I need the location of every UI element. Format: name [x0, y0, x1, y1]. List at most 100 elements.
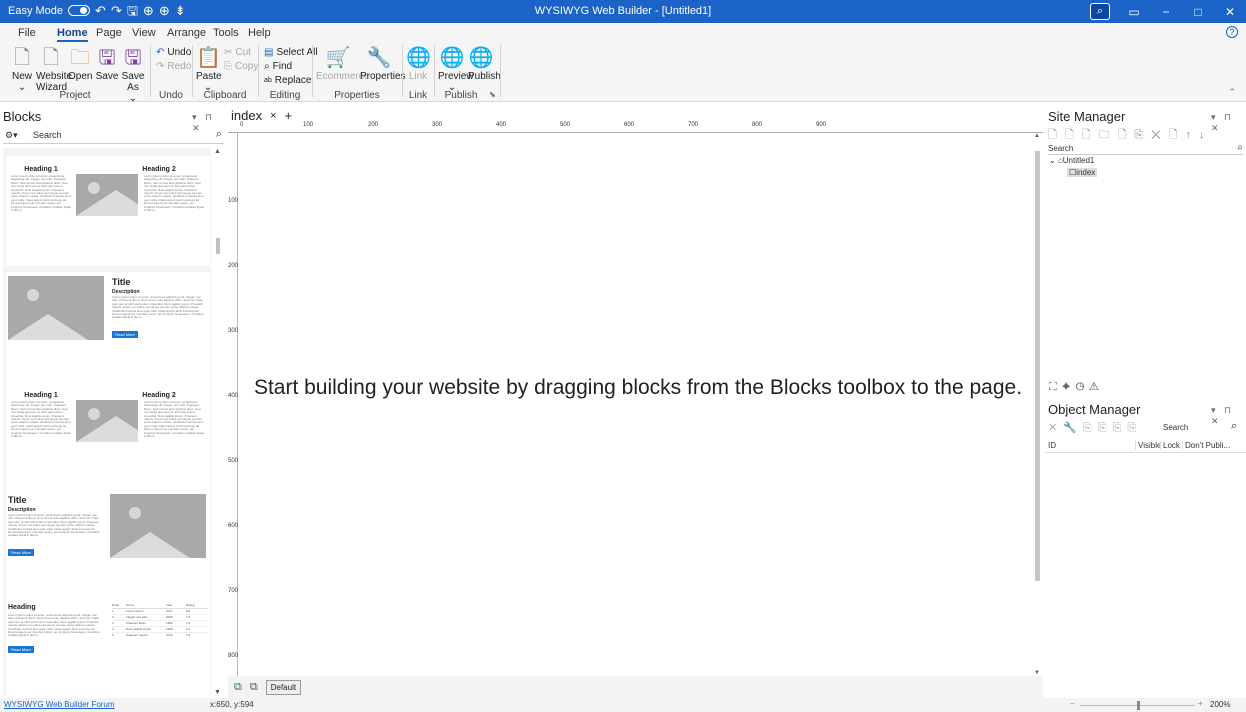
object-search-input[interactable]: Search [1163, 423, 1188, 432]
blocks-search-bar[interactable]: ⚙▾ Search ⌕ [3, 128, 224, 144]
ecommerce-button[interactable]: 🛒 Ecommerce [316, 47, 369, 82]
block-title: Title [8, 495, 27, 505]
copy-button[interactable]: ⎘ Copy [224, 61, 258, 72]
replace-button[interactable]: ab Replace [264, 75, 312, 86]
scissors-icon: ✂ [224, 47, 233, 58]
vertical-ruler: 100 200 300 400 500 600 700 800 [228, 133, 238, 676]
zoom-out-icon[interactable]: − [1070, 699, 1075, 708]
help-icon[interactable]: ? [1226, 26, 1238, 38]
add-breakpoint-icon[interactable]: ⧉ [234, 681, 242, 694]
publish-button[interactable]: 🌐 Publish [468, 47, 501, 82]
new-document-icon: 🗋 [13, 47, 31, 69]
block-two-columns[interactable]: Heading 1 Lorem ipsum dolor sit amet, co… [6, 156, 210, 266]
save-button[interactable]: 🖫 Save [95, 47, 119, 82]
site-search-input[interactable]: Search ⌕ [1048, 142, 1243, 155]
block-table: Rank Name Year Rating 1 Lorem ipsum 2017 8.8 2… [112, 603, 208, 638]
tree-root[interactable]: ⌄ ⌂Untitled1 [1049, 156, 1094, 165]
scroll-down-icon[interactable]: ▼ [214, 689, 221, 696]
tab-view[interactable]: View [132, 27, 156, 39]
block-description: Description [8, 507, 36, 513]
minimize-button[interactable]: − [1150, 5, 1182, 19]
folder-icon: 🗀 [70, 47, 90, 69]
breakpoint-settings-icon[interactable]: ⧉ [250, 681, 258, 694]
panel-controls[interactable]: ▾ ⊓ ✕ [1211, 112, 1246, 134]
redo-button[interactable]: ↷ Redo [156, 61, 191, 72]
tab-tools[interactable]: Tools [213, 27, 239, 39]
undo-icon: ↶ [156, 47, 165, 58]
undo-group-label: Undo [159, 90, 183, 101]
close-tab-icon[interactable]: × [270, 110, 276, 122]
scroll-up-icon[interactable]: ▲ [1034, 133, 1040, 139]
block-text-image[interactable]: Title Description Lorem ipsum dolor sit … [6, 490, 210, 600]
blocks-search-input[interactable]: Search [33, 130, 62, 140]
add-tab-icon[interactable]: + [285, 108, 293, 123]
zoom-in-icon[interactable]: + [1198, 699, 1203, 708]
tab-help[interactable]: Help [248, 27, 271, 39]
horizontal-ruler: 0 100 200 300 400 500 600 700 800 900 [228, 122, 1043, 133]
block-heading: Heading [8, 604, 36, 611]
new-button[interactable]: 🗋 New ⌄ [10, 47, 34, 93]
window-title: WYSIWYG Web Builder - [Untitled1] [534, 5, 712, 17]
site-manager-toolbar[interactable]: 🗋🗋🗋🗀🗋⎘✕🗋↑↓ [1048, 126, 1213, 145]
search-icon[interactable]: ⌕ [1237, 142, 1243, 153]
status-bar: WYSIWYG Web Builder Forum x:650, y:594 −… [0, 698, 1246, 712]
link-group-label: Link [408, 90, 428, 101]
search-icon[interactable]: ⌕ [1231, 420, 1237, 433]
blocks-scrollbar[interactable]: ▲ ▼ [213, 148, 223, 696]
block-text-table[interactable]: Heading Lorem ipsum dolor sit amet, cons… [6, 600, 210, 696]
collapse-ribbon-icon[interactable]: ⌃ [1228, 87, 1236, 98]
breakpoint-default-button[interactable]: Default [265, 679, 302, 695]
globe-link-icon: 🌐 [406, 47, 431, 69]
block-image-text[interactable]: Title Description Lorem ipsum dolor sit … [6, 272, 210, 382]
page-canvas[interactable]: Start building your website by dragging … [239, 133, 1037, 676]
maximize-button[interactable]: □ [1182, 5, 1214, 19]
cursor-coordinates: x:650, y:594 [210, 700, 254, 709]
publish-globe-icon: 🌐 [468, 47, 494, 69]
ribbon-display-icon[interactable]: ▭ [1118, 5, 1150, 19]
search-icon[interactable]: ⌕ [1090, 3, 1110, 20]
tab-home[interactable]: Home [57, 27, 88, 42]
editing-group-label: Editing [269, 90, 301, 101]
find-icon: ⌕ [264, 61, 270, 72]
website-wizard-button[interactable]: 🗋 Website Wizard [36, 47, 72, 93]
save-icon: 🖫 [98, 47, 116, 69]
cut-button[interactable]: ✂ Cut [224, 47, 251, 58]
settings-icon[interactable]: ⚙▾ [5, 130, 18, 141]
block-text: Lorem ipsum dolor sit amet, consectetur … [144, 175, 204, 213]
paste-button[interactable]: 📋 Paste ⌄ [196, 47, 222, 93]
block-two-columns-alt[interactable]: Heading 1 Lorem ipsum dolor sit amet, co… [6, 382, 210, 492]
redo-icon: ↷ [156, 61, 165, 72]
block-text: Lorem ipsum dolor sit amet, consectetur … [11, 401, 71, 439]
find-button[interactable]: ⌕ Find [264, 61, 292, 72]
select-all-button[interactable]: ▤ Select All [264, 47, 318, 58]
object-manager-title: Object Manager [1048, 402, 1141, 417]
search-icon[interactable]: ⌕ [216, 128, 222, 141]
zoom-slider-thumb[interactable] [1137, 701, 1140, 710]
editor-scrollbar[interactable]: ▲ ▼ [1033, 133, 1042, 676]
chevron-down-icon[interactable]: ⌄ [1049, 156, 1056, 165]
panel-controls[interactable]: ▾ ⊓ ✕ [1211, 405, 1246, 427]
open-button[interactable]: 🗀 Open [68, 47, 92, 82]
blocks-list: Heading 1 Lorem ipsum dolor sit amet, co… [3, 148, 211, 696]
clipboard-group-label: Clipboard [203, 90, 247, 101]
preview-button[interactable]: 🌐 Preview ⌄ [438, 47, 474, 93]
properties-button[interactable]: 🔧 Properties [360, 47, 406, 82]
object-manager-toolbar[interactable]: ✕🔧⎘⎘⎘⎘ [1048, 421, 1142, 435]
tab-arrange[interactable]: Arrange [167, 27, 206, 39]
scroll-up-icon[interactable]: ▲ [214, 148, 221, 155]
block-heading: Heading 2 [142, 166, 176, 173]
site-manager-tabs[interactable]: ⛶✦◷⚠ [1049, 381, 1104, 394]
forum-link[interactable]: WYSIWYG Web Builder Forum [4, 700, 115, 709]
block-text: Lorem ipsum dolor sit amet, consectetur … [144, 401, 204, 439]
editor-bottom-bar: ⧉ ⧉ Default [228, 676, 1043, 698]
dialog-launcher-icon[interactable]: ⬊ [489, 90, 496, 99]
tab-file[interactable]: File [18, 27, 36, 39]
undo-button[interactable]: ↶ Undo [156, 47, 191, 58]
scrollbar-thumb[interactable] [1035, 151, 1040, 581]
scrollbar-thumb[interactable] [216, 238, 220, 254]
link-button[interactable]: 🌐 Link [406, 47, 431, 82]
tab-page[interactable]: Page [96, 27, 122, 39]
close-button[interactable]: ✕ [1214, 5, 1246, 19]
tree-item-index[interactable]: ☐index [1067, 168, 1098, 177]
tab-index[interactable]: index [231, 108, 262, 123]
